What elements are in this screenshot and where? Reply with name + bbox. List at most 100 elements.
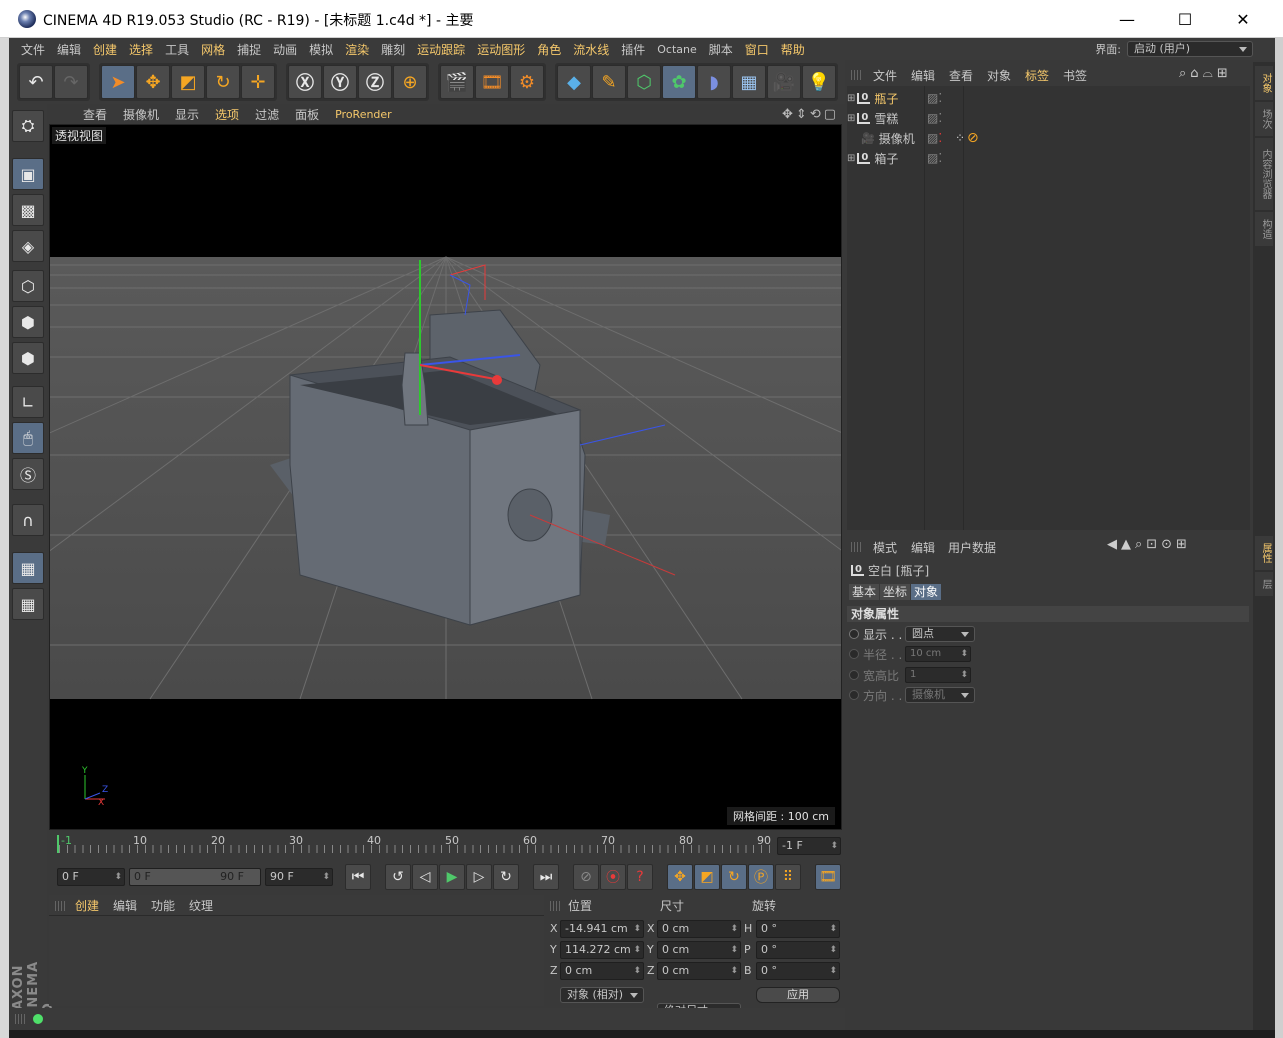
menu-tools[interactable]: 工具 <box>159 41 195 58</box>
subdivision-surface-icon[interactable]: ⬡ <box>627 65 661 99</box>
menu-mograph[interactable]: 运动图形 <box>471 41 531 58</box>
current-frame-field[interactable]: -1 F <box>777 837 841 855</box>
side-tab-structure[interactable]: 构造 <box>1255 212 1273 246</box>
menu-plugins[interactable]: 插件 <box>615 41 651 58</box>
keyframe-selection-icon[interactable]: ? <box>627 864 653 890</box>
rotation-h-field[interactable]: 0 ° <box>756 920 840 938</box>
viewport-nav-icons[interactable]: ✥⇕⟲▢ <box>782 107 839 122</box>
side-tab-takes[interactable]: 场次 <box>1255 102 1273 136</box>
start-frame-field[interactable]: 0 F <box>57 868 125 886</box>
am-nav-icons[interactable]: ◀▲⌕⊡⊙⊞ <box>1107 537 1191 552</box>
coordinate-system-icon[interactable]: ⊕ <box>393 65 427 99</box>
menu-animate[interactable]: 动画 <box>267 41 303 58</box>
x-axis-lock-icon[interactable]: Ⓧ <box>288 65 322 99</box>
texture-mode-icon[interactable]: ▩ <box>12 194 44 226</box>
render-picture-viewer-icon[interactable]: 🎞 <box>475 65 509 99</box>
maximize-button[interactable]: ☐ <box>1156 0 1214 38</box>
layout-select[interactable]: 启动 (用户) <box>1127 41 1253 57</box>
polygons-mode-icon[interactable]: ⬢ <box>12 342 44 374</box>
am-menu-edit[interactable]: 编辑 <box>911 539 935 556</box>
next-frame-icon[interactable]: ▷ <box>466 864 492 890</box>
pen-spline-icon[interactable]: ✎ <box>592 65 626 99</box>
size-z-field[interactable]: 0 cm <box>657 962 741 980</box>
menu-octane[interactable]: Octane <box>651 43 703 56</box>
make-editable-icon[interactable]: ⛭ <box>12 110 44 142</box>
radius-field[interactable]: 10 cm <box>905 646 971 662</box>
protection-tag-icon[interactable]: ⁘ <box>955 131 965 145</box>
menu-file[interactable]: 文件 <box>15 41 51 58</box>
playhead[interactable] <box>57 835 59 853</box>
y-axis-lock-icon[interactable]: Ⓨ <box>323 65 357 99</box>
rotation-b-field[interactable]: 0 ° <box>756 962 840 980</box>
points-mode-icon[interactable]: ⬡ <box>12 270 44 302</box>
perspective-viewport[interactable]: Y Z X 透视视图 网格间距 : 100 cm <box>49 124 842 830</box>
play-icon[interactable]: ▶ <box>439 864 465 890</box>
om-menu-view[interactable]: 查看 <box>949 67 973 84</box>
orientation-select[interactable]: 摄像机 <box>905 687 975 703</box>
position-x-field[interactable]: -14.941 cm <box>560 920 644 938</box>
panel-grip-icon[interactable] <box>55 901 67 911</box>
am-menu-mode[interactable]: 模式 <box>873 539 897 556</box>
viewport-menu-prorender[interactable]: ProRender <box>327 108 400 121</box>
go-to-end-icon[interactable]: ⏭ <box>533 864 559 890</box>
cube-primitive-icon[interactable]: ◆ <box>557 65 591 99</box>
visibility-toggle-icon[interactable]: ▨⁚ <box>927 91 942 105</box>
side-tab-attributes[interactable]: 属性 <box>1255 536 1273 570</box>
coord-mode-select[interactable]: 对象 (相对) <box>560 987 644 1003</box>
key-parameter-icon[interactable]: Ⓟ <box>748 864 774 890</box>
menu-snap[interactable]: 捕捉 <box>231 41 267 58</box>
menu-window[interactable]: 窗口 <box>739 41 775 58</box>
menu-character[interactable]: 角色 <box>531 41 567 58</box>
tweak-mode-icon[interactable]: 🖱 <box>12 422 44 454</box>
planar-workplane-icon[interactable]: ▦ <box>12 588 44 620</box>
next-key-icon[interactable]: ↻ <box>493 864 519 890</box>
visibility-toggle-icon[interactable]: ▨⁚ <box>927 131 942 145</box>
menu-create[interactable]: 创建 <box>87 41 123 58</box>
redo-icon[interactable]: ↷ <box>54 65 88 99</box>
visibility-toggle-icon[interactable]: ▨⁚ <box>927 111 942 125</box>
timeline-ruler[interactable]: -1 10 20 30 40 50 60 70 80 90 -1 F <box>49 831 845 859</box>
key-position-icon[interactable]: ✥ <box>667 864 693 890</box>
side-tab-content-browser[interactable]: 内容浏览器 <box>1255 138 1273 210</box>
om-menu-bookmarks[interactable]: 书签 <box>1063 67 1087 84</box>
om-menu-tags[interactable]: 标签 <box>1025 67 1049 84</box>
cloner-icon[interactable]: ✿ <box>662 65 696 99</box>
panel-grip-icon[interactable] <box>851 70 863 80</box>
undo-icon[interactable]: ↶ <box>19 65 53 99</box>
z-axis-lock-icon[interactable]: Ⓩ <box>358 65 392 99</box>
timeline-window-icon[interactable]: 🎞 <box>815 864 841 890</box>
object-row-bottle[interactable]: ⊞ 0 瓶子 ▨⁚ <box>847 88 942 108</box>
material-menu-edit[interactable]: 编辑 <box>113 897 137 914</box>
attr-tab-basic[interactable]: 基本 <box>849 584 880 600</box>
rotate-tool-icon[interactable]: ↻ <box>206 65 240 99</box>
visibility-toggle-icon[interactable]: ▨⁚ <box>927 151 942 165</box>
viewport-menu-view[interactable]: 查看 <box>75 106 115 123</box>
material-menu-create[interactable]: 创建 <box>75 897 99 914</box>
aspect-ratio-field[interactable]: 1 <box>905 667 971 683</box>
size-y-field[interactable]: 0 cm <box>657 941 741 959</box>
magnet-icon[interactable]: ∩ <box>12 504 44 536</box>
material-menu-function[interactable]: 功能 <box>151 897 175 914</box>
attr-tab-object[interactable]: 对象 <box>911 584 942 600</box>
menu-select[interactable]: 选择 <box>123 41 159 58</box>
animate-radio-icon[interactable] <box>849 690 859 700</box>
side-tab-layers[interactable]: 层 <box>1255 572 1273 596</box>
light-icon[interactable]: 💡 <box>802 65 836 99</box>
position-z-field[interactable]: 0 cm <box>560 962 644 980</box>
display-mode-select[interactable]: 圆点 <box>905 626 975 642</box>
attr-tab-coord[interactable]: 坐标 <box>880 584 911 600</box>
scale-tool-icon[interactable]: ◩ <box>171 65 205 99</box>
viewport-menu-filter[interactable]: 过滤 <box>247 106 287 123</box>
om-search-home-icons[interactable]: ⌕⌂⌓⊞ <box>1179 66 1232 81</box>
menu-edit[interactable]: 编辑 <box>51 41 87 58</box>
animate-radio-icon[interactable] <box>849 670 859 680</box>
object-row-camera[interactable]: 🎥 摄像机 ▨⁚ ⁘ ⊘ <box>847 128 979 148</box>
select-cursor-icon[interactable]: ➤ <box>101 65 135 99</box>
key-pla-icon[interactable]: ⠿ <box>775 864 801 890</box>
menu-mesh[interactable]: 网格 <box>195 41 231 58</box>
object-row-icecream[interactable]: ⊞ 0 雪糕 ▨⁚ <box>847 108 942 128</box>
menu-pipeline[interactable]: 流水线 <box>567 41 615 58</box>
viewport-menu-display[interactable]: 显示 <box>167 106 207 123</box>
rotation-p-field[interactable]: 0 ° <box>756 941 840 959</box>
menu-simulate[interactable]: 模拟 <box>303 41 339 58</box>
